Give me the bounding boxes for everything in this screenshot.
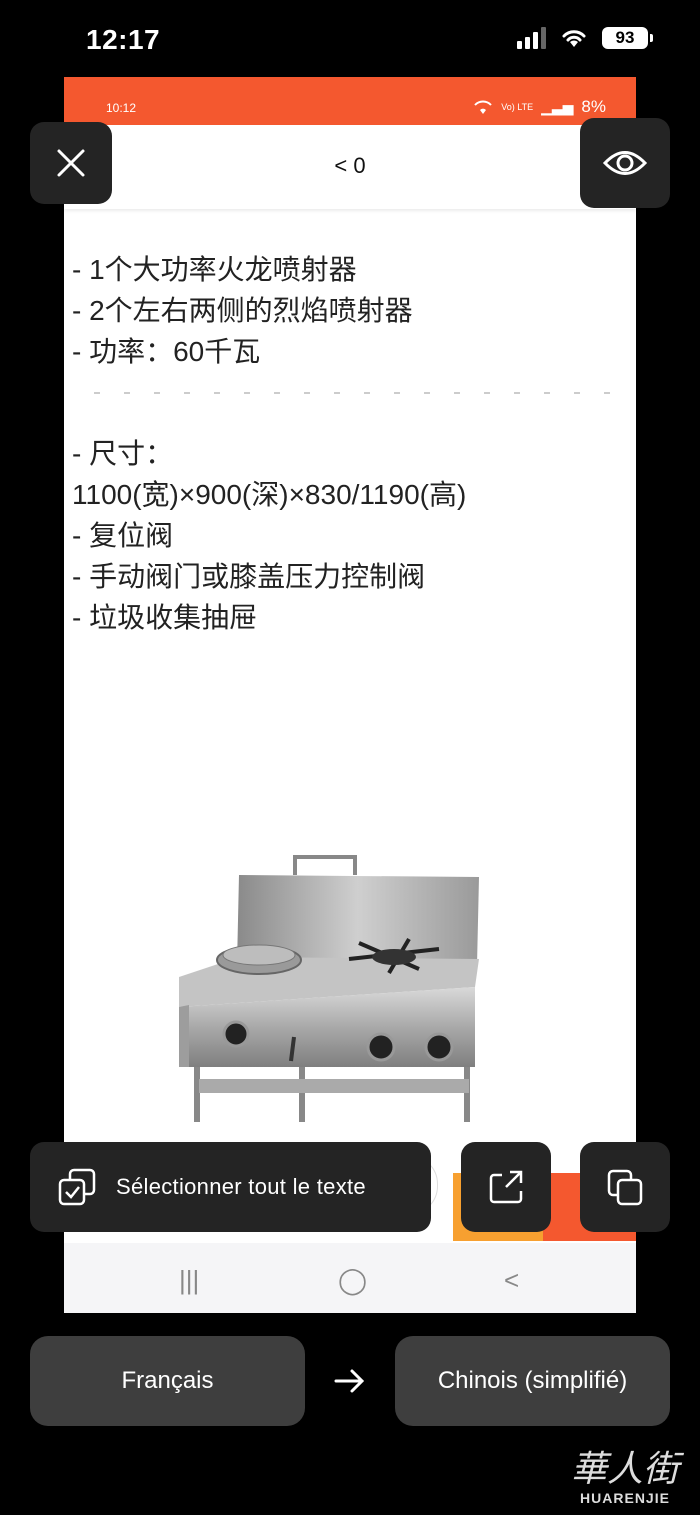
share-icon [489, 1170, 523, 1204]
watermark-chars: 華人街 [570, 1449, 679, 1490]
text-line: - 功率：60千瓦 [72, 336, 261, 367]
target-language-button[interactable]: Chinois (simplifié) [395, 1336, 670, 1426]
inner-status-time: 10:12 [106, 101, 137, 115]
select-all-label: Sélectionner tout le texte [116, 1174, 366, 1199]
share-button[interactable] [461, 1142, 551, 1232]
inner-network-label: Vo) LTE [501, 101, 534, 112]
inner-battery: 8% [581, 97, 606, 116]
back-icon: < [504, 1265, 520, 1295]
text-gap [72, 372, 466, 433]
wok-stove-image [179, 855, 479, 1122]
text-line: - 尺寸： [72, 438, 174, 469]
watermark-latin: HUARENJIE [580, 1490, 670, 1506]
cellular-signal-icon [517, 27, 546, 49]
text-line: - 手动阀门或膝盖压力控制阀 [72, 561, 426, 592]
arrow-right-icon [334, 1369, 365, 1393]
inner-wifi-icon [474, 100, 492, 114]
watermark-logo: 華人街 HUARENJIE [555, 1449, 695, 1507]
source-language-button[interactable]: Français [30, 1336, 305, 1426]
text-line: - 复位阀 [72, 520, 174, 551]
inner-header: < 0 [64, 125, 636, 209]
copy-button[interactable] [580, 1142, 670, 1232]
eye-icon [603, 151, 647, 175]
select-all-text-button[interactable]: Sélectionner tout le texte [30, 1142, 431, 1232]
battery-indicator: 93 [602, 27, 653, 49]
close-button[interactable] [30, 122, 112, 204]
text-line: - 2个左右两侧的烈焰喷射器 [72, 295, 413, 326]
show-original-button[interactable] [580, 118, 670, 208]
close-icon [57, 149, 85, 177]
recent-apps-icon: ||| [179, 1265, 200, 1295]
faded-original-text [94, 392, 634, 394]
text-line: - 垃圾收集抽屉 [72, 602, 258, 633]
status-indicators: 93 [517, 27, 653, 49]
inner-status-bar: 10:12 Vo) LTE ▁▃▅ 8% [64, 77, 636, 125]
inner-signal-icon: ▁▃▅ [541, 98, 574, 115]
text-line: 1100(宽)×900(深)×830/1190(高) [72, 479, 467, 510]
inner-header-title: < 0 [334, 153, 366, 178]
wifi-icon [562, 30, 586, 47]
inner-status-indicators: Vo) LTE ▁▃▅ 8% [473, 97, 606, 117]
inner-android-nav: ||| ◯ < [64, 1243, 636, 1313]
home-icon: ◯ [338, 1265, 368, 1295]
translated-screenshot: 10:12 Vo) LTE ▁▃▅ 8% < 0 - 1个大功率火龙喷射器 - … [64, 77, 636, 1313]
translated-text-block: - 1个大功率火龙喷射器 - 2个左右两侧的烈焰喷射器 - 功率：60千瓦 - … [72, 249, 466, 638]
status-time: 12:17 [86, 24, 161, 55]
copy-icon [607, 1169, 643, 1206]
text-line: - 1个大功率火龙喷射器 [72, 254, 357, 285]
select-all-icon [58, 1168, 96, 1206]
